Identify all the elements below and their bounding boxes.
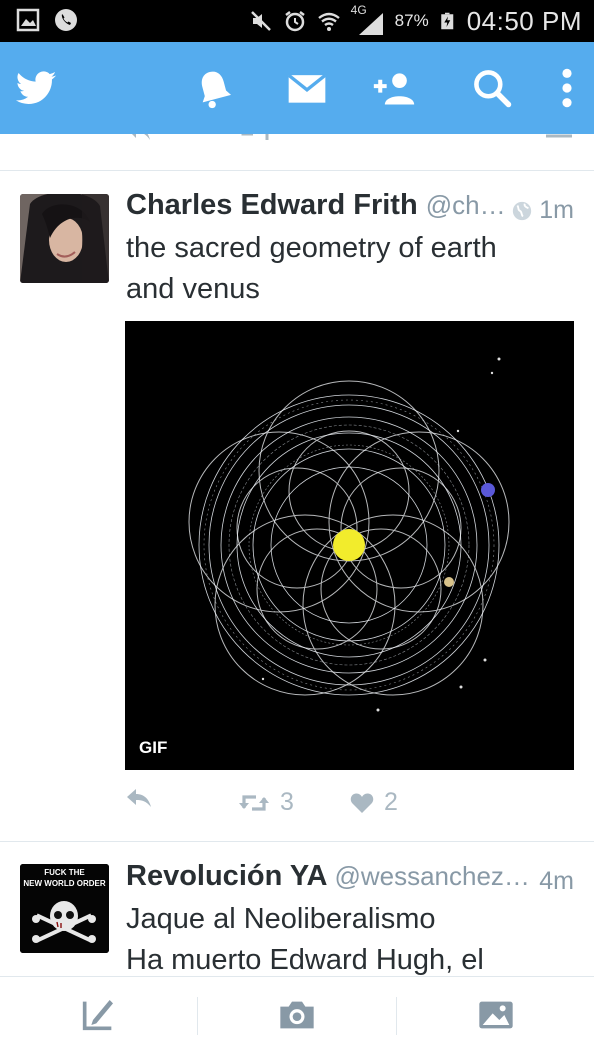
camera-icon[interactable] [277, 995, 317, 1035]
battery-percent: 87% [394, 11, 429, 30]
compose-bar [0, 976, 594, 1057]
gallery-image-icon[interactable] [476, 995, 516, 1035]
signal-4g-icon: 4G [351, 3, 385, 35]
author-name[interactable]: Charles Edward Frith @ch… [126, 189, 506, 222]
like-button[interactable]: 2 [350, 788, 398, 817]
heart-icon [350, 793, 374, 813]
alarm-icon [284, 11, 305, 32]
tweet-card[interactable]: Charles Edward Frith @ch… 1m the sacred … [0, 171, 594, 841]
gif-media[interactable]: GIF [125, 321, 574, 770]
tweet-card[interactable]: FUCK THE NEW WORLD ORDER Revolución YA @… [0, 842, 594, 976]
tweet-text-line: Jaque al Neoliberalismo [126, 903, 436, 935]
tweet-timestamp: 1m [511, 196, 574, 225]
tweet-text-line: Ha muerto Edward Hugh, el [126, 944, 484, 976]
tweet-text: the sacred geometry of earth and venus [126, 228, 576, 310]
add-user-icon[interactable] [372, 66, 416, 110]
tweet-text-line: the sacred geometry of earth [126, 232, 497, 264]
retweet-icon [239, 794, 269, 811]
messages-envelope-icon[interactable] [285, 66, 329, 110]
twitter-bird-icon[interactable] [14, 66, 58, 110]
tweet-text: Jaque al Neoliberalismo Ha muerto Edward… [126, 899, 576, 976]
phone-notification-icon [55, 9, 77, 31]
globe-icon [513, 201, 532, 220]
app-header [0, 42, 594, 134]
notifications-bell-icon[interactable] [192, 66, 236, 110]
previous-tweet-actions [0, 134, 594, 148]
retweet-icon[interactable] [240, 134, 270, 142]
display-name: Revolución YA [126, 860, 327, 892]
status-bar: 4G 87% 04:50 PM [0, 0, 594, 42]
search-icon[interactable] [470, 66, 514, 110]
compose-tweet-icon[interactable] [78, 995, 118, 1035]
avatar[interactable] [20, 194, 109, 283]
time-text: 4m [539, 867, 574, 895]
mute-icon [250, 11, 271, 31]
display-name: Charles Edward Frith [126, 189, 418, 221]
tweet-text-line: and venus [126, 273, 260, 305]
battery-charging-icon [440, 12, 453, 30]
reply-icon [127, 789, 151, 807]
retweet-count: 3 [280, 788, 294, 816]
avatar-caption-line: FUCK THE [44, 868, 85, 877]
author-name[interactable]: Revolución YA @wessanchez… [126, 860, 530, 893]
timeline[interactable]: Charles Edward Frith @ch… 1m the sacred … [0, 134, 594, 976]
time-text: 1m [539, 196, 574, 224]
like-count: 2 [384, 788, 398, 816]
author-handle: @ch… [425, 190, 506, 220]
avatar-caption: FUCK THE NEW WORLD ORDER [20, 867, 109, 889]
bar-divider [396, 997, 397, 1035]
retweet-button[interactable]: 3 [238, 788, 294, 817]
tweet-actions: 3 2 [126, 788, 576, 824]
reply-icon[interactable] [126, 134, 152, 142]
wifi-icon [317, 12, 340, 31]
overflow-menu-icon[interactable] [545, 66, 589, 110]
follow-icon[interactable] [544, 134, 574, 138]
avatar-caption-line: NEW WORLD ORDER [23, 879, 106, 888]
gif-badge: GIF [139, 738, 168, 757]
reply-button[interactable] [126, 788, 152, 808]
sacred-geometry-gif [125, 321, 574, 770]
avatar[interactable]: FUCK THE NEW WORLD ORDER [20, 864, 109, 953]
gallery-notification-icon [16, 8, 40, 32]
author-handle: @wessanchez… [334, 861, 530, 891]
bar-divider [197, 997, 198, 1035]
tweet-timestamp: 4m [539, 867, 574, 896]
status-clock: 04:50 PM [466, 5, 582, 36]
